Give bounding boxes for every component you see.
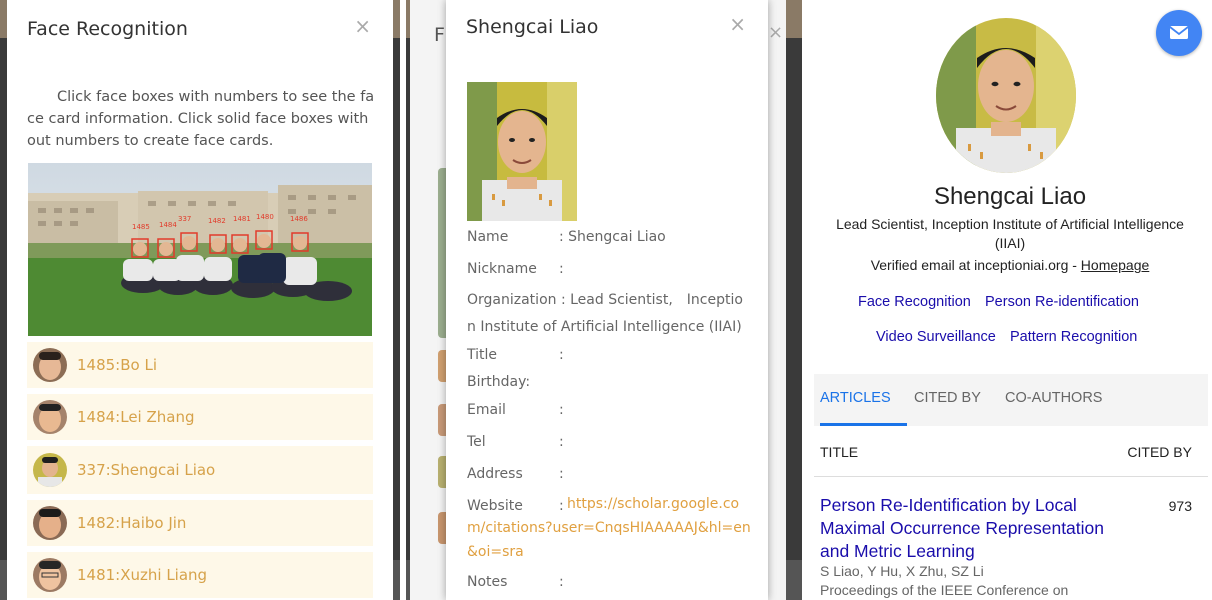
article-title-link[interactable]: Person Re-Identification by Local Maxima… bbox=[820, 494, 1120, 563]
website-link[interactable]: https://scholar.google.com/citations?use… bbox=[467, 492, 757, 564]
face-recognition-screen: Face Recognition × Click face boxes with… bbox=[0, 0, 400, 600]
list-item[interactable]: 337:Shengcai Liao bbox=[27, 446, 373, 494]
profile-photo bbox=[467, 82, 577, 221]
tab-articles[interactable]: ARTICLES bbox=[820, 390, 891, 406]
close-icon[interactable]: × bbox=[354, 14, 371, 38]
avatar bbox=[33, 558, 67, 592]
dialog-title: Shengcai Liao bbox=[466, 16, 599, 38]
homepage-link[interactable]: Homepage bbox=[1081, 257, 1150, 273]
svg-text:337: 337 bbox=[178, 215, 191, 223]
email-label: Email bbox=[467, 402, 506, 418]
interest-link[interactable]: Video Surveillance bbox=[876, 329, 996, 345]
avatar bbox=[33, 348, 67, 382]
organization-field: Organization : Lead Scientist, Inception… bbox=[467, 292, 743, 335]
nickname-label: Nickname bbox=[467, 261, 537, 277]
tel-label: Tel bbox=[467, 434, 486, 450]
scholar-profile-screen: Shengcai Liao Lead Scientist, Inception … bbox=[808, 0, 1212, 600]
active-tab-indicator bbox=[820, 423, 907, 426]
article-cited-by[interactable]: 973 bbox=[1169, 498, 1192, 514]
face-label: 1482:Haibo Jin bbox=[77, 514, 187, 532]
close-icon[interactable]: × bbox=[729, 12, 746, 36]
verified-email: Verified email at inceptioniai.org - Hom… bbox=[808, 257, 1212, 273]
email-button[interactable] bbox=[1156, 10, 1202, 56]
nickname-value: : bbox=[559, 261, 564, 277]
background-close: × bbox=[768, 22, 784, 43]
notes-value: : bbox=[559, 574, 564, 590]
avatar bbox=[33, 400, 67, 434]
tel-value: : bbox=[559, 434, 564, 450]
svg-text:1484: 1484 bbox=[159, 221, 177, 229]
interest-link[interactable]: Pattern Recognition bbox=[1010, 329, 1137, 345]
profile-name: Shengcai Liao bbox=[933, 183, 1087, 210]
face-label: 1484:Lei Zhang bbox=[77, 408, 195, 426]
column-header-title[interactable]: TITLE bbox=[820, 444, 858, 460]
email-value: : bbox=[559, 402, 564, 418]
address-value: : bbox=[559, 466, 564, 482]
address-label: Address bbox=[467, 466, 523, 482]
face-card-screen: F × Shengcai Liao × Name : Shengcai Liao… bbox=[406, 0, 802, 600]
interest-link[interactable]: Person Re-identification bbox=[985, 294, 1139, 310]
notes-label: Notes bbox=[467, 574, 508, 590]
face-label: 1481:Xuzhi Liang bbox=[77, 566, 208, 584]
list-item[interactable]: 1484:Lei Zhang bbox=[27, 394, 373, 440]
tab-bar: ARTICLES CITED BY CO-AUTHORS bbox=[814, 374, 1208, 426]
background-title: F bbox=[434, 24, 445, 46]
tab-co-authors[interactable]: CO-AUTHORS bbox=[1005, 390, 1102, 406]
svg-text:1482: 1482 bbox=[208, 217, 226, 225]
svg-text:1485: 1485 bbox=[132, 223, 150, 231]
avatar bbox=[33, 453, 67, 487]
article-venue: Proceedings of the IEEE Conference on bbox=[820, 582, 1069, 598]
divider bbox=[814, 476, 1208, 477]
title-value: : bbox=[559, 347, 564, 363]
face-recognition-dialog: Face Recognition × Click face boxes with… bbox=[7, 0, 393, 600]
column-header-cited-by[interactable]: CITED BY bbox=[1127, 444, 1192, 460]
avatar bbox=[33, 506, 67, 540]
tab-cited-by[interactable]: CITED BY bbox=[914, 390, 981, 406]
list-item[interactable]: 1485:Bo Li bbox=[27, 342, 373, 388]
interest-link[interactable]: Face Recognition bbox=[858, 294, 971, 310]
verified-email-text: Verified email at inceptioniai.org - bbox=[870, 257, 1081, 273]
article-authors: S Liao, Y Hu, X Zhu, SZ Li bbox=[820, 563, 984, 579]
dialog-title: Face Recognition bbox=[27, 18, 188, 40]
face-label: 337:Shengcai Liao bbox=[77, 461, 216, 479]
svg-text:1480: 1480 bbox=[256, 213, 274, 221]
mail-icon bbox=[1169, 26, 1189, 39]
title-label: Title bbox=[467, 347, 498, 363]
birthday-label: Birthday: bbox=[467, 374, 531, 390]
face-list: 1485:Bo Li 1484:Lei Zhang 337:Shengcai L… bbox=[27, 342, 373, 600]
list-item[interactable]: 1482:Haibo Jin bbox=[27, 500, 373, 546]
group-photo[interactable]: 1485 1484 337 1482 1481 1480 1486 bbox=[28, 163, 372, 336]
instructions-text: Click face boxes with numbers to see the… bbox=[27, 89, 375, 149]
svg-text:1481: 1481 bbox=[233, 215, 251, 223]
face-card-dialog: Shengcai Liao × Name : Shengcai Liao Nic… bbox=[446, 0, 768, 600]
name-value: : Shengcai Liao bbox=[559, 229, 666, 245]
face-label: 1485:Bo Li bbox=[77, 356, 157, 374]
name-label: Name bbox=[467, 229, 509, 245]
svg-text:1486: 1486 bbox=[290, 215, 308, 223]
profile-affiliation: Lead Scientist, Inception Institute of A… bbox=[836, 216, 1184, 251]
avatar bbox=[936, 18, 1076, 173]
list-item[interactable]: 1481:Xuzhi Liang bbox=[27, 552, 373, 598]
